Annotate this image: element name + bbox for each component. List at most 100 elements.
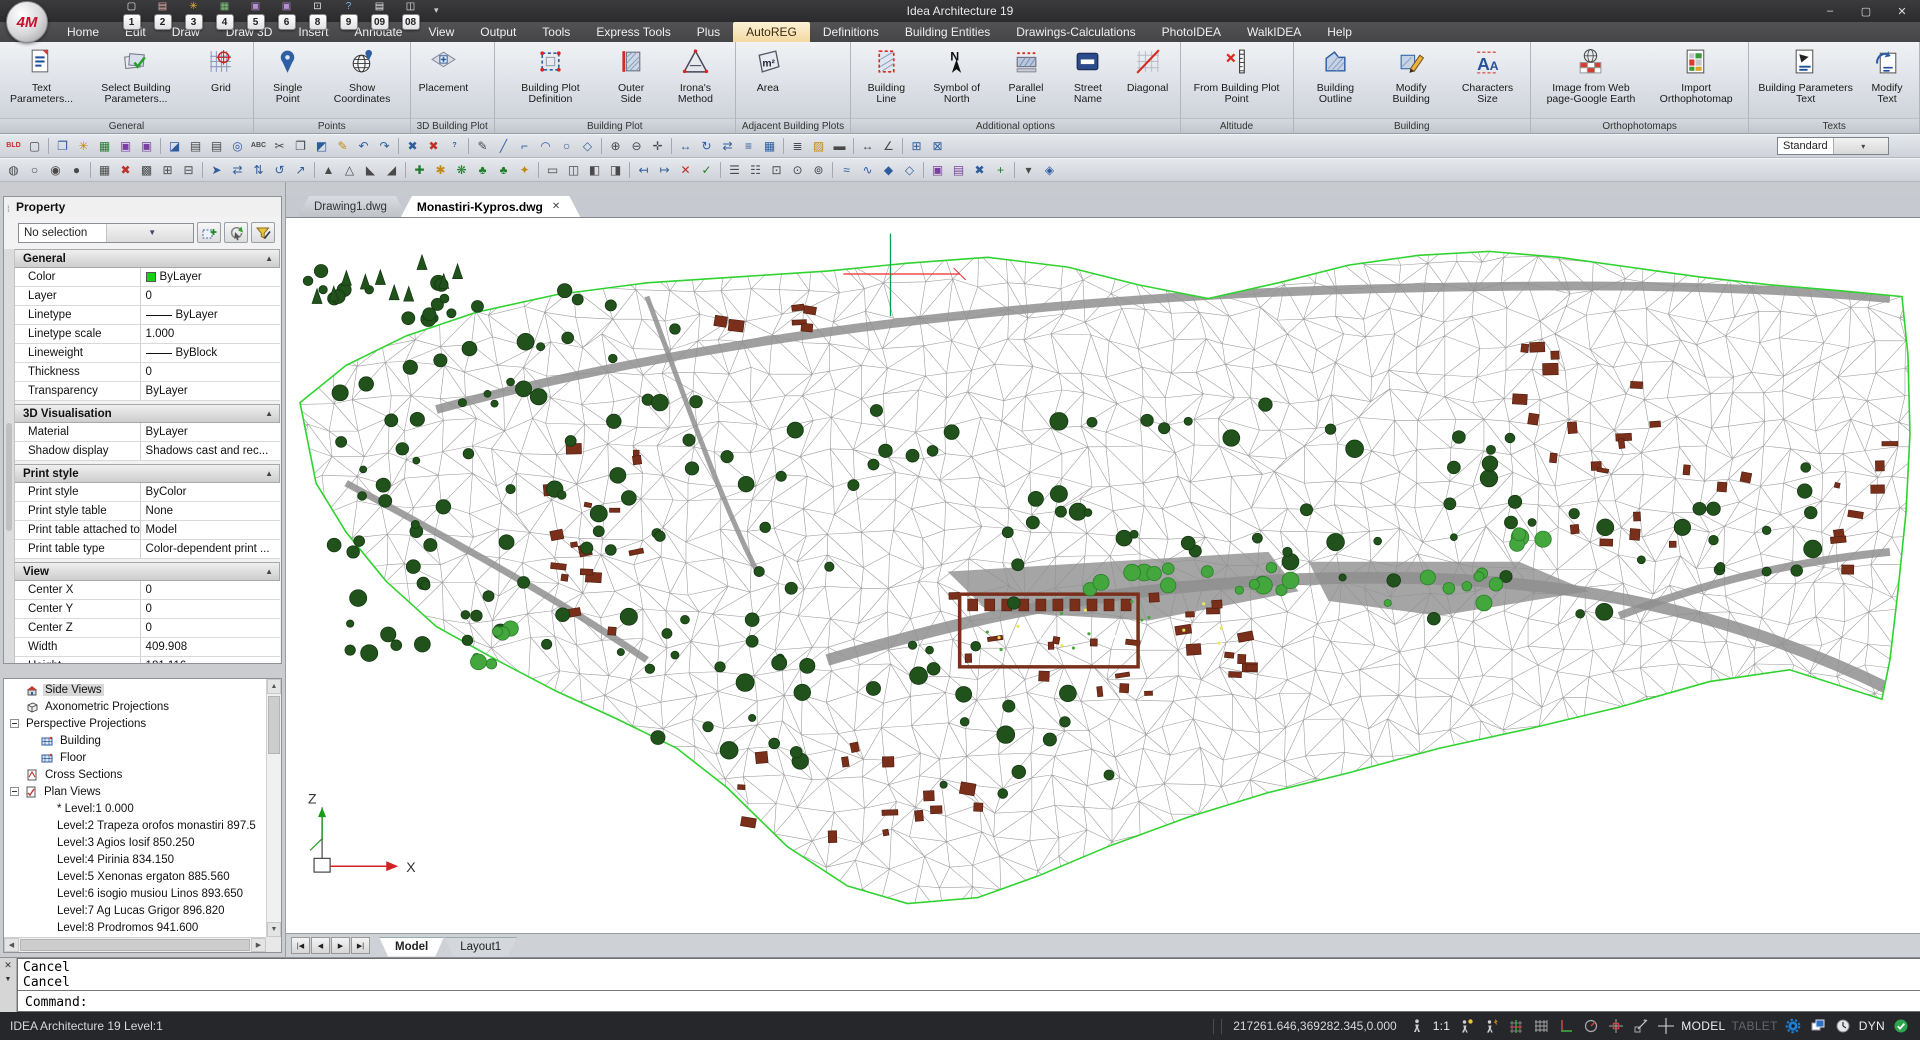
qat-button-09[interactable]: ▤09 xyxy=(364,1,395,30)
ribbon-button-show-coordinates[interactable]: Show Coordinates xyxy=(319,45,406,107)
tb2-tool-19[interactable]: ◣ xyxy=(360,160,381,180)
scroll-left-icon[interactable]: ◀ xyxy=(4,938,19,952)
ribbon-button-street-name[interactable]: Street Name xyxy=(1057,45,1118,107)
app-logo-icon[interactable]: 4M xyxy=(6,1,48,43)
tree-item[interactable]: Axonometric Projections xyxy=(6,698,265,715)
tb1-tool-36[interactable]: ↔ xyxy=(675,136,696,156)
tab-express-tools[interactable]: Express Tools xyxy=(583,22,683,42)
tb1-tool-14[interactable]: ✂ xyxy=(269,136,290,156)
qat-button-9[interactable]: ?9 xyxy=(333,1,364,30)
tb2-tool-51[interactable]: ▤ xyxy=(948,160,969,180)
tb2-tool-36[interactable]: ✕ xyxy=(675,160,696,180)
scale-label[interactable]: 1:1 xyxy=(1433,1019,1451,1033)
tab-output[interactable]: Output xyxy=(467,22,529,42)
filter-button[interactable] xyxy=(251,222,275,243)
tb1-tool-17[interactable]: ✎ xyxy=(332,136,353,156)
gear-icon[interactable] xyxy=(1784,1017,1803,1036)
tb2-tool-56[interactable]: ◈ xyxy=(1039,160,1060,180)
tb2-tool-46[interactable]: ∿ xyxy=(857,160,878,180)
tb2-tool-50[interactable]: ▣ xyxy=(927,160,948,180)
tree-item[interactable]: Perspective Projections xyxy=(6,715,265,732)
qat-button-3[interactable]: ✳3 xyxy=(178,1,209,30)
tb2-tool-42[interactable]: ⊙ xyxy=(787,160,808,180)
tb1-tool-10[interactable]: ▤ xyxy=(185,136,206,156)
property-value[interactable]: None xyxy=(140,502,280,520)
command-expand-icon[interactable]: ▼ xyxy=(1,972,16,986)
property-value[interactable]: ByBlock xyxy=(140,344,280,362)
tb2-tool-40[interactable]: ☷ xyxy=(745,160,766,180)
property-value[interactable]: ByLayer xyxy=(140,382,280,400)
tb2-tool-20[interactable]: ◢ xyxy=(381,160,402,180)
collapse-icon[interactable]: ▲ xyxy=(265,567,273,576)
tb2-tool-25[interactable]: ♣ xyxy=(472,160,493,180)
tb1-tool-38[interactable]: ⇄ xyxy=(717,136,738,156)
scroll-thumb[interactable] xyxy=(268,696,280,754)
tb1-tool-3[interactable]: ❐ xyxy=(52,136,73,156)
layout-nav-3[interactable]: ▶| xyxy=(351,937,370,954)
tb1-tool-16[interactable]: ◩ xyxy=(311,136,332,156)
qat-button-08[interactable]: ◫08 xyxy=(395,1,426,30)
tb2-tool-34[interactable]: ↤ xyxy=(633,160,654,180)
layout-nav-2[interactable]: ▶ xyxy=(331,937,350,954)
tb1-tool-50[interactable]: ⊠ xyxy=(927,136,948,156)
tb1-tool-0[interactable]: BLD xyxy=(3,136,24,156)
ribbon-button-outer-side[interactable]: Outer Side xyxy=(603,45,659,107)
tb1-tool-13[interactable]: ABC xyxy=(248,136,269,156)
tb2-tool-1[interactable]: ○ xyxy=(24,160,45,180)
property-value[interactable]: 0 xyxy=(140,287,280,305)
tree-item[interactable]: Level:3 Agios Iosif 850.250 xyxy=(6,834,265,851)
tree-horizontal-scrollbar[interactable]: ◀ ▶ xyxy=(4,937,266,952)
tb1-tool-30[interactable]: ◇ xyxy=(577,136,598,156)
collapse-icon[interactable]: ▲ xyxy=(265,409,273,418)
drawing-tab-1[interactable]: Drawing1.dwg xyxy=(298,196,407,217)
tb1-tool-27[interactable]: ⌐ xyxy=(514,136,535,156)
tree-item[interactable]: Level:5 Xenonas ergaton 885.560 xyxy=(6,868,265,885)
ribbon-button-modify-building[interactable]: Modify Building xyxy=(1374,45,1448,107)
tb1-tool-33[interactable]: ⊖ xyxy=(626,136,647,156)
tb2-tool-12[interactable]: ⇄ xyxy=(227,160,248,180)
scale-person-icon[interactable] xyxy=(1408,1017,1427,1036)
ribbon-button-parallel-line[interactable]: Parallel Line xyxy=(996,45,1056,107)
tb1-tool-44[interactable]: ▬ xyxy=(829,136,850,156)
property-value[interactable]: 0 xyxy=(140,581,280,599)
ribbon-button-symbol-of-north[interactable]: NSymbol of North xyxy=(919,45,995,107)
tree-item[interactable]: Level:8 Prodromos 941.600 xyxy=(6,919,265,936)
tb1-tool-47[interactable]: ∠ xyxy=(878,136,899,156)
ribbon-button-image-from-web-page-google-earth[interactable]: Image from Web page-Google Earth xyxy=(1535,45,1647,107)
property-value[interactable]: 0 xyxy=(140,619,280,637)
tb1-tool-15[interactable]: ❐ xyxy=(290,136,311,156)
palette-scroll-rail[interactable] xyxy=(4,249,15,663)
style-combobox[interactable]: Standard▾ xyxy=(1777,137,1889,155)
property-value[interactable]: 0 xyxy=(140,600,280,618)
tb2-tool-9[interactable]: ⊟ xyxy=(178,160,199,180)
scroll-thumb[interactable] xyxy=(20,939,250,951)
tab-plus[interactable]: Plus xyxy=(684,22,733,42)
tb2-tool-26[interactable]: ♣ xyxy=(493,160,514,180)
tb2-tool-48[interactable]: ◇ xyxy=(899,160,920,180)
tb2-tool-39[interactable]: ☰ xyxy=(724,160,745,180)
tb2-tool-55[interactable]: ▾ xyxy=(1018,160,1039,180)
section-header-general[interactable]: General▲ xyxy=(15,249,280,268)
section-header-view[interactable]: View▲ xyxy=(15,562,280,581)
ribbon-button-diagonal[interactable]: Diagonal xyxy=(1120,45,1176,96)
tb2-tool-47[interactable]: ◆ xyxy=(878,160,899,180)
tb2-tool-22[interactable]: ✚ xyxy=(409,160,430,180)
command-close-icon[interactable]: ✕ xyxy=(1,958,16,972)
clock-icon[interactable] xyxy=(1834,1017,1853,1036)
tb2-tool-32[interactable]: ◨ xyxy=(605,160,626,180)
tb1-tool-42[interactable]: ≣ xyxy=(787,136,808,156)
tab-photoidea[interactable]: PhotoIDEA xyxy=(1149,22,1234,42)
tb2-tool-0[interactable]: ◍ xyxy=(3,160,24,180)
tree-collapse-icon[interactable] xyxy=(10,719,19,728)
tb1-tool-46[interactable]: ↔ xyxy=(857,136,878,156)
section-header-print-style[interactable]: Print style▲ xyxy=(15,464,280,483)
scroll-up-icon[interactable]: ▲ xyxy=(267,679,281,694)
tb1-tool-32[interactable]: ⊕ xyxy=(605,136,626,156)
tb1-tool-5[interactable]: ▦ xyxy=(94,136,115,156)
ribbon-button-building-line[interactable]: Building Line xyxy=(855,45,918,107)
tb2-tool-35[interactable]: ↦ xyxy=(654,160,675,180)
scroll-right-icon[interactable]: ▶ xyxy=(251,938,266,952)
qat-button-6[interactable]: ▣6 xyxy=(271,1,302,30)
tree-vertical-scrollbar[interactable]: ▲ ▼ xyxy=(266,679,281,937)
tb1-tool-21[interactable]: ✖ xyxy=(402,136,423,156)
